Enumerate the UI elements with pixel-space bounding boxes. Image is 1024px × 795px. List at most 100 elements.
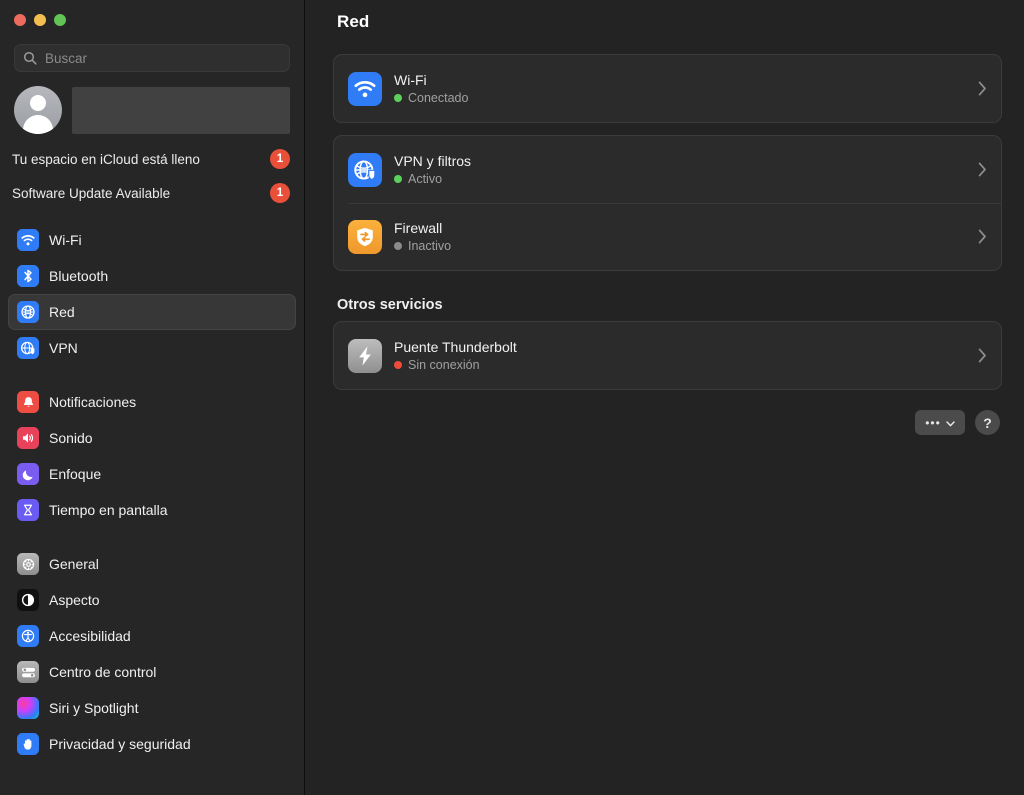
service-status: Conectado <box>394 91 966 105</box>
sidebar-item-label: Siri y Spotlight <box>49 700 138 716</box>
service-row-puente-thunderbolt[interactable]: Puente Thunderbolt Sin conexión <box>334 322 1001 389</box>
footer-actions: ••• ? <box>333 410 1002 435</box>
sidebar-group-connectivity: Wi-Fi Bluetooth <box>0 222 304 366</box>
hourglass-icon <box>17 499 39 521</box>
sidebar-item-general[interactable]: General <box>8 546 296 582</box>
notice-label: Tu espacio en iCloud está lleno <box>12 152 270 167</box>
bluetooth-icon <box>17 265 39 287</box>
sidebar-item-aspecto[interactable]: Aspecto <box>8 582 296 618</box>
sidebar-item-bluetooth[interactable]: Bluetooth <box>8 258 296 294</box>
service-card-vpn-firewall: VPN y filtros Activo <box>333 135 1002 271</box>
sidebar-item-centro-de-control[interactable]: Centro de control <box>8 654 296 690</box>
firewall-shield-icon <box>348 220 382 254</box>
status-badge: 1 <box>270 149 290 169</box>
accessibility-icon <box>17 625 39 647</box>
service-status-label: Activo <box>408 172 442 186</box>
moon-icon <box>17 463 39 485</box>
sidebar-item-notificaciones[interactable]: Notificaciones <box>8 384 296 420</box>
system-settings-window: Tu espacio en iCloud está lleno 1 Softwa… <box>0 0 1024 795</box>
chevron-right-icon[interactable] <box>978 348 987 363</box>
sidebar-item-label: Privacidad y seguridad <box>49 736 191 752</box>
service-status-label: Conectado <box>408 91 468 105</box>
siri-orb-icon <box>17 697 39 719</box>
thunderbolt-icon <box>348 339 382 373</box>
sidebar-item-privacidad-y-seguridad[interactable]: Privacidad y seguridad <box>8 726 296 762</box>
sidebar-item-label: Centro de control <box>49 664 156 680</box>
sidebar-group-system: General Aspecto <box>0 546 304 762</box>
sidebar-item-label: Wi-Fi <box>49 232 82 248</box>
status-dot-gray <box>394 242 402 250</box>
service-status: Activo <box>394 172 966 186</box>
help-button[interactable]: ? <box>975 410 1000 435</box>
service-card-wifi: Wi-Fi Conectado <box>333 54 1002 123</box>
window-traffic-lights <box>0 0 304 40</box>
sidebar-item-label: Accesibilidad <box>49 628 131 644</box>
service-title: Wi-Fi <box>394 72 966 88</box>
search-field[interactable] <box>14 44 290 72</box>
sidebar-item-label: Aspecto <box>49 592 100 608</box>
bell-icon <box>17 391 39 413</box>
wifi-icon <box>348 72 382 106</box>
sidebar-item-tiempo-en-pantalla[interactable]: Tiempo en pantalla <box>8 492 296 528</box>
speaker-icon <box>17 427 39 449</box>
sidebar-item-label: Tiempo en pantalla <box>49 502 168 518</box>
service-title: VPN y filtros <box>394 153 966 169</box>
more-options-label: ••• <box>925 417 941 429</box>
minimize-window-button[interactable] <box>34 14 46 26</box>
chevron-right-icon[interactable] <box>978 81 987 96</box>
sidebar-item-accesibilidad[interactable]: Accesibilidad <box>8 618 296 654</box>
sidebar-item-vpn[interactable]: VPN <box>8 330 296 366</box>
main-content: Red Wi-Fi Conectado <box>305 0 1024 795</box>
more-options-button[interactable]: ••• <box>915 410 965 435</box>
sidebar-item-label: Bluetooth <box>49 268 108 284</box>
sidebar-item-label: Notificaciones <box>49 394 136 410</box>
sidebar: Tu espacio en iCloud está lleno 1 Softwa… <box>0 0 305 795</box>
notice-item-icloud-full[interactable]: Tu espacio en iCloud está lleno 1 <box>0 142 304 176</box>
search-icon <box>23 51 37 65</box>
notice-label: Software Update Available <box>12 186 270 201</box>
status-dot-red <box>394 361 402 369</box>
account-row[interactable] <box>0 72 304 134</box>
service-card-thunderbolt: Puente Thunderbolt Sin conexión <box>333 321 1002 390</box>
notice-item-software-update[interactable]: Software Update Available 1 <box>0 176 304 210</box>
search-input[interactable] <box>45 51 281 66</box>
other-services-section: Otros servicios Puente Thunderbolt Sin c… <box>333 297 1002 390</box>
sidebar-item-enfoque[interactable]: Enfoque <box>8 456 296 492</box>
sidebar-item-red[interactable]: Red <box>8 294 296 330</box>
vpn-globe-icon <box>17 337 39 359</box>
appearance-icon <box>17 589 39 611</box>
service-row-firewall[interactable]: Firewall Inactivo <box>334 203 1001 270</box>
status-dot-green <box>394 94 402 102</box>
sidebar-item-siri-y-spotlight[interactable]: Siri y Spotlight <box>8 690 296 726</box>
status-dot-green <box>394 175 402 183</box>
wifi-icon <box>17 229 39 251</box>
chevron-right-icon[interactable] <box>978 229 987 244</box>
sidebar-item-label: Sonido <box>49 430 93 446</box>
page-title: Red <box>333 0 1002 32</box>
search-container <box>0 40 304 72</box>
sidebar-item-sonido[interactable]: Sonido <box>8 420 296 456</box>
account-name-redacted <box>72 87 290 134</box>
sidebar-item-label: Red <box>49 304 75 320</box>
sidebar-item-wifi[interactable]: Wi-Fi <box>8 222 296 258</box>
close-window-button[interactable] <box>14 14 26 26</box>
service-title: Puente Thunderbolt <box>394 339 966 355</box>
person-avatar-icon <box>14 86 62 134</box>
sidebar-item-label: Enfoque <box>49 466 101 482</box>
maximize-window-button[interactable] <box>54 14 66 26</box>
gear-icon <box>17 553 39 575</box>
service-status: Inactivo <box>394 239 966 253</box>
notice-list: Tu espacio en iCloud está lleno 1 Softwa… <box>0 134 304 210</box>
vpn-globe-icon <box>348 153 382 187</box>
other-services-heading: Otros servicios <box>333 297 1002 321</box>
service-row-wifi[interactable]: Wi-Fi Conectado <box>334 55 1001 122</box>
hand-icon <box>17 733 39 755</box>
chevron-right-icon[interactable] <box>978 162 987 177</box>
service-row-vpn-y-filtros[interactable]: VPN y filtros Activo <box>334 136 1001 203</box>
service-title: Firewall <box>394 220 966 236</box>
service-status-label: Sin conexión <box>408 358 480 372</box>
status-badge: 1 <box>270 183 290 203</box>
service-status-label: Inactivo <box>408 239 451 253</box>
service-status: Sin conexión <box>394 358 966 372</box>
sliders-icon <box>17 661 39 683</box>
